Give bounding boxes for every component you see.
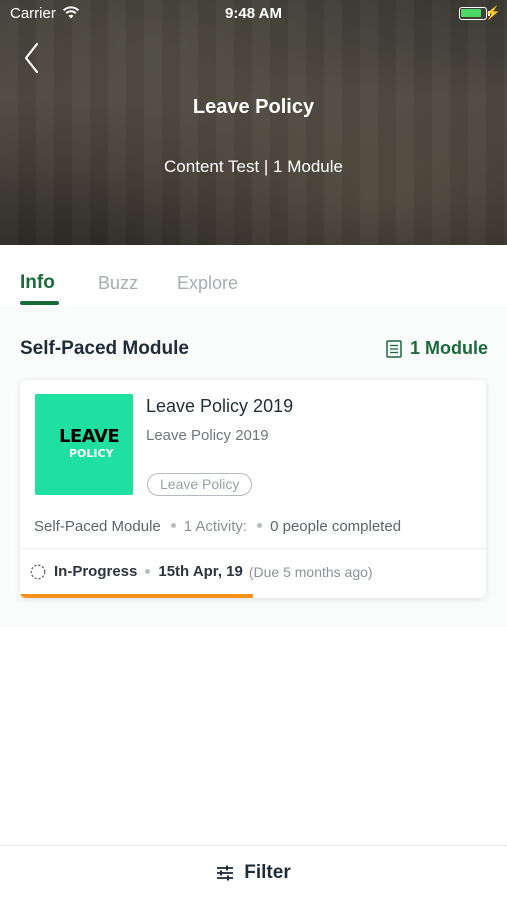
back-chevron-icon[interactable] [18,40,48,76]
due-note: (Due 5 months ago) [248,563,373,580]
status-bar: Carrier 9:48 AM ⚡ [0,0,507,28]
module-count: 1 Module [386,338,488,359]
document-icon [386,339,402,358]
progress-fill [20,594,253,598]
module-meta: Self-Paced Module 1 Activity: 0 people com… [34,518,401,535]
separator-dot [257,523,263,529]
status-time: 9:48 AM [225,5,282,22]
in-progress-icon [30,564,46,579]
progress-bar [20,594,486,598]
charging-icon: ⚡ [484,5,501,20]
separator-dot [170,523,176,529]
active-tab-indicator [20,301,59,305]
page-title: Leave Policy [192,96,315,118]
module-type: Self-Paced Module [34,518,161,535]
activity-count: 1 Activity: [183,518,248,535]
tab-bar: Info Buzz Explore [0,245,507,307]
module-title: Leave Policy 2019 [146,396,294,416]
due-date: 15th Apr, 19 [158,563,243,580]
thumbnail-text-leave: LEAVE [59,426,120,447]
tab-info[interactable]: Info [20,272,55,294]
battery-icon [459,7,490,20]
status-label: In-Progress [54,563,138,580]
completion-count: 0 people completed [270,518,402,535]
filter-label: Filter [244,862,291,883]
module-subtitle: Leave Policy 2019 [146,427,269,444]
tab-explore[interactable]: Explore [177,273,238,294]
filter-button[interactable]: Filter [0,845,507,900]
separator-dot [145,569,151,574]
tab-buzz[interactable]: Buzz [98,273,138,294]
thumbnail-text-policy: POLICY [69,447,114,460]
module-status-row: In-Progress 15th Apr, 19 (Due 5 months a… [30,563,373,580]
section-title: Self-Paced Module [20,338,189,359]
page-subtitle: Content Test | 1 Module [164,157,343,176]
module-count-label: 1 Module [409,338,488,358]
module-section: Self-Paced Module 1 Module LEAVE POLICY … [0,307,507,627]
header-banner: Carrier 9:48 AM ⚡ Leave Policy Content T… [0,0,507,245]
module-thumbnail: LEAVE POLICY [35,394,133,495]
filter-sliders-icon [217,865,234,881]
module-card[interactable]: LEAVE POLICY Leave Policy 2019 Leave Pol… [20,380,486,598]
module-tag[interactable]: Leave Policy [147,473,253,496]
card-divider [20,548,486,549]
